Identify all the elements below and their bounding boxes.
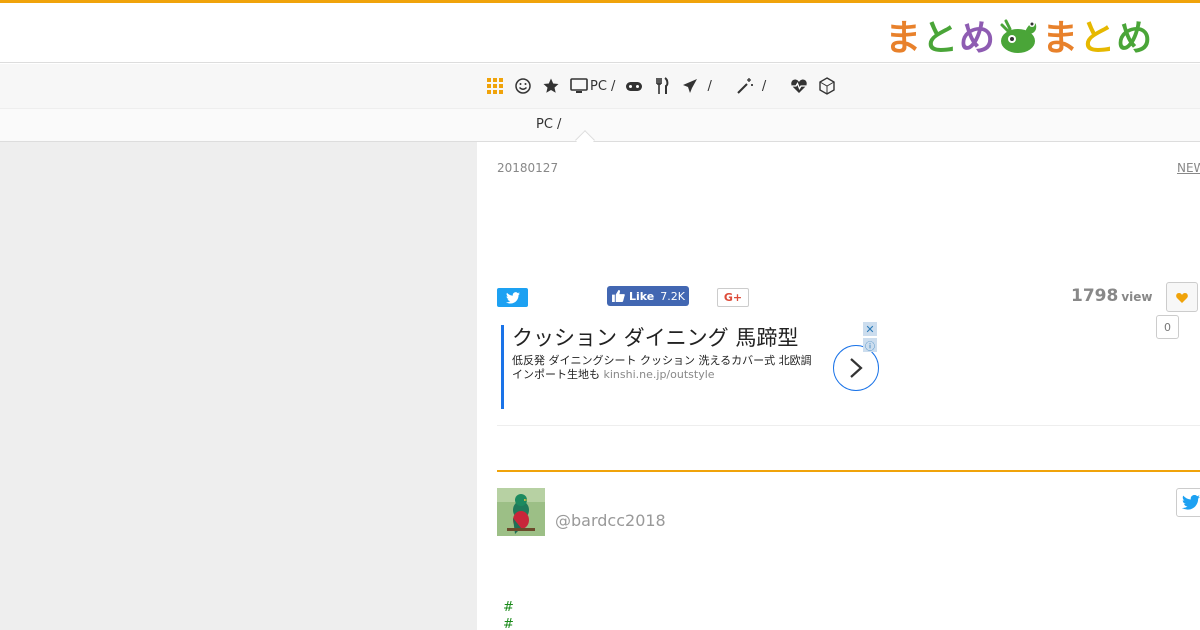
nav-item-humor[interactable]: [514, 74, 532, 98]
ad-title[interactable]: クッション ダイニング 馬蹄型: [512, 325, 802, 352]
facebook-like-button[interactable]: Like 7.2K: [607, 286, 689, 306]
fb-like-count: 7.2K: [660, 289, 685, 303]
ad-info-icon[interactable]: ⓘ: [863, 338, 877, 353]
nav-item-label: /: [761, 78, 767, 94]
utensils-icon: [656, 77, 669, 94]
favorite-count: 0: [1156, 315, 1179, 339]
post-date: 20180127: [497, 161, 559, 175]
nav-item-pc[interactable]: PC /: [570, 74, 615, 98]
bird-avatar-icon: [497, 488, 545, 536]
mascot-icon: [1000, 19, 1037, 53]
gamepad-icon: [626, 82, 643, 91]
avatar[interactable]: [497, 488, 545, 536]
logo-text-right: まとめ: [1042, 18, 1154, 59]
twitter-icon: [505, 291, 520, 304]
author-username[interactable]: @bardcc2018: [555, 511, 666, 530]
twitter-follow-button[interactable]: [1176, 488, 1200, 517]
new-link[interactable]: NEW: [1177, 161, 1200, 175]
hexagon-icon: [819, 77, 835, 95]
section-divider-accent: [497, 470, 1200, 472]
nav-item-label: PC /: [590, 78, 616, 94]
left-sidebar: [0, 142, 477, 630]
breadcrumb-bar: PC /: [0, 108, 1200, 150]
ad-domain: kinshi.ne.jp/outstyle: [603, 368, 715, 381]
category-nav: PC / / /: [0, 64, 1200, 108]
breadcrumb-pc[interactable]: PC /: [536, 117, 561, 132]
header: まとめ まとめ: [0, 3, 1200, 63]
logo-text-left: まとめ: [885, 18, 997, 59]
divider: [497, 425, 1200, 426]
nav-item-label: /: [707, 78, 712, 94]
nav-item-health[interactable]: [790, 74, 808, 98]
twitter-share-button[interactable]: [497, 288, 528, 307]
magic-wand-icon: [737, 78, 753, 94]
hashtag-link[interactable]: #: [503, 617, 514, 630]
nav-item-favorites[interactable]: [542, 74, 560, 98]
nav-item-magic[interactable]: /: [736, 74, 766, 98]
nav-item-all[interactable]: [486, 74, 504, 98]
nav-item-other[interactable]: [818, 74, 836, 98]
smile-icon: [515, 78, 531, 94]
heart-icon: [1176, 292, 1188, 303]
fb-like-label: Like: [629, 289, 655, 303]
monitor-icon: [570, 78, 588, 93]
view-count: 1798 view: [1071, 286, 1153, 306]
ad-banner[interactable]: クッション ダイニング 馬蹄型 低反発 ダイニングシート クッション 洗えるカバ…: [501, 325, 879, 409]
view-count-number: 1798: [1071, 286, 1119, 306]
twitter-icon: [1182, 495, 1200, 510]
grid-icon: [487, 78, 503, 94]
ad-description: 低反発 ダイニングシート クッション 洗えるカバー式 北欧調インポート生地も k…: [512, 354, 812, 382]
nav-item-games[interactable]: [625, 74, 643, 98]
nav-item-travel[interactable]: /: [681, 74, 712, 98]
thumbs-up-icon: [612, 290, 625, 302]
hashtag-link[interactable]: #: [503, 600, 514, 615]
article-content: 20180127 NEW Like 7.2K G+ 1798 view 0 クッシ…: [477, 142, 1200, 630]
heartbeat-icon: [791, 79, 807, 93]
star-icon: [543, 78, 559, 93]
ad-close-icon[interactable]: ✕: [863, 322, 877, 336]
plane-icon: [683, 79, 698, 93]
nav-item-food[interactable]: [653, 74, 671, 98]
chevron-right-icon: [850, 358, 863, 378]
google-plus-button[interactable]: G+: [717, 288, 749, 307]
view-count-unit: view: [1121, 290, 1153, 304]
favorite-button[interactable]: [1166, 282, 1198, 312]
site-logo[interactable]: まとめ まとめ: [885, 13, 1153, 59]
